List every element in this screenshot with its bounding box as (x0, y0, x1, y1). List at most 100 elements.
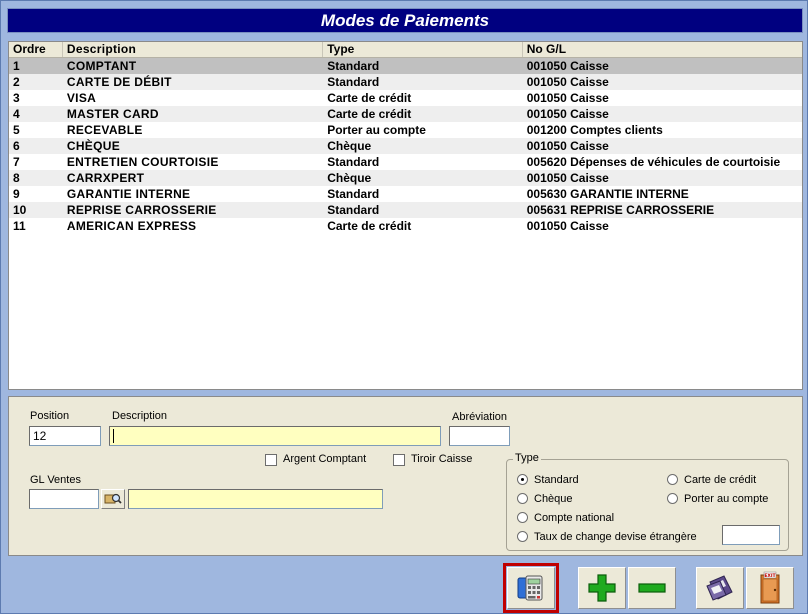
window-frame: Modes de Paiements Ordre Description Typ… (0, 0, 808, 614)
column-header-ordre[interactable]: Ordre (9, 42, 63, 57)
text-cursor (113, 429, 114, 443)
type-cell: Carte de crédit (327, 219, 412, 233)
description-cell: REPRISE CARROSSERIE (66, 203, 217, 217)
table-row[interactable]: 10 REPRISE CARROSSERIE Standard 005631 REPR… (9, 202, 802, 218)
table-row[interactable]: 11 AMERICAN EXPRESS Carte de crédit 001050 … (9, 218, 802, 234)
gl-number: 005631 (526, 203, 567, 217)
ordre-cell: 9 (13, 187, 20, 201)
abreviation-input[interactable] (449, 426, 510, 446)
gl-cell: 001050 Caisse (523, 170, 802, 186)
table-row[interactable]: 5 RECEVABLE Porter au compte 001200 Comptes… (9, 122, 802, 138)
description-cell: VISA (66, 91, 97, 105)
table-row[interactable]: 8 CARRXPERT Chèque 001050 Caisse (9, 170, 802, 186)
ordre-cell: 5 (13, 123, 20, 137)
tiroir-caisse-checkbox[interactable] (393, 454, 405, 466)
gl-account-name: Caisse (570, 107, 609, 121)
type-cell: Standard (327, 203, 380, 217)
radio-standard[interactable] (517, 474, 528, 485)
ordre-cell: 7 (13, 155, 20, 169)
gl-account-name: GARANTIE INTERNE (570, 187, 689, 201)
ordre-cell: 10 (13, 203, 27, 217)
position-input[interactable]: 12 (29, 426, 101, 446)
radio-carte-credit[interactable] (667, 474, 678, 485)
column-header-type[interactable]: Type (323, 42, 523, 57)
edit-form-panel: Position 12 Description Abréviation Arge… (8, 396, 803, 556)
search-icon (104, 493, 122, 504)
gl-number: 001050 (526, 59, 567, 73)
gl-cell: 005631 REPRISE CARROSSERIE (523, 202, 802, 218)
ordre-cell: 3 (13, 91, 20, 105)
floppy-disk-icon (706, 575, 733, 601)
minus-icon (638, 583, 666, 593)
gl-lookup-button[interactable] (101, 489, 125, 509)
toolbar: EXIT (1, 559, 808, 614)
description-input[interactable] (109, 426, 441, 446)
gl-account-name: Caisse (570, 139, 609, 153)
tiroir-caisse-label: Tiroir Caisse (411, 453, 473, 465)
radio-compte-national-label: Compte national (534, 512, 615, 524)
gl-ventes-description (128, 489, 383, 509)
gl-number: 001050 (526, 75, 567, 89)
exit-sign-text: EXIT (764, 573, 776, 579)
ordre-cell: 2 (13, 75, 20, 89)
radio-taux-change-label: Taux de change devise étrangère (534, 531, 697, 543)
description-cell: CARTE DE DÉBIT (66, 75, 172, 89)
type-cell: Standard (327, 187, 380, 201)
radio-porter-compte[interactable] (667, 493, 678, 504)
position-label: Position (30, 410, 70, 422)
ordre-cell: 11 (13, 219, 26, 233)
add-button[interactable] (578, 567, 626, 609)
type-cell: Standard (327, 59, 380, 73)
table-row[interactable]: 3 VISA Carte de crédit 001050 Caisse (9, 90, 802, 106)
gl-number: 001050 (526, 91, 567, 105)
description-cell: CARRXPERT (66, 171, 145, 185)
radio-cheque[interactable] (517, 493, 528, 504)
table-row[interactable]: 1 COMPTANT Standard 001050 Caisse (9, 58, 802, 74)
gl-ventes-input[interactable] (29, 489, 99, 509)
table-row[interactable]: 6 CHÈQUE Chèque 001050 Caisse (9, 138, 802, 154)
description-cell: AMERICAN EXPRESS (66, 219, 197, 233)
description-cell: GARANTIE INTERNE (66, 187, 191, 201)
gl-account-name: Caisse (570, 75, 609, 89)
save-button[interactable] (696, 567, 744, 609)
remove-button[interactable] (628, 567, 676, 609)
gl-cell: 001050 Caisse (523, 74, 802, 90)
exit-button[interactable]: EXIT (746, 567, 794, 609)
gl-cell: 001050 Caisse (523, 90, 802, 106)
window-title: Modes de Paiements (7, 8, 803, 33)
gl-cell: 005630 GARANTIE INTERNE (523, 186, 802, 202)
table-row[interactable]: 7 ENTRETIEN COURTOISIE Standard 005620 Dépe… (9, 154, 802, 170)
gl-number: 005630 (526, 187, 567, 201)
radio-carte-credit-label: Carte de crédit (684, 474, 757, 486)
column-header-description[interactable]: Description (63, 42, 324, 57)
payment-modes-table[interactable]: Ordre Description Type No G/L 1 COMPTANT S… (8, 41, 803, 390)
radio-porter-compte-label: Porter au compte (684, 493, 769, 505)
gl-number: 001050 (526, 139, 567, 153)
type-cell: Chèque (327, 139, 372, 153)
type-cell: Carte de crédit (327, 91, 412, 105)
type-cell: Standard (327, 155, 380, 169)
table-row[interactable]: 9 GARANTIE INTERNE Standard 005630 GARANTIE… (9, 186, 802, 202)
argent-comptant-checkbox[interactable] (265, 454, 277, 466)
radio-taux-change[interactable] (517, 531, 528, 542)
gl-number: 001200 (526, 123, 567, 137)
table-body: 1 COMPTANT Standard 001050 Caisse 2 CARTE DE … (9, 58, 802, 234)
ordre-cell: 1 (13, 59, 20, 73)
description-cell: MASTER CARD (66, 107, 159, 121)
type-group-label: Type (513, 452, 541, 464)
radio-compte-national[interactable] (517, 512, 528, 523)
ordre-cell: 8 (13, 171, 20, 185)
gl-account-name: Comptes clients (570, 123, 663, 137)
description-cell: CHÈQUE (66, 139, 121, 153)
gl-account-name: Caisse (570, 219, 609, 233)
table-row[interactable]: 4 MASTER CARD Carte de crédit 001050 Caisse (9, 106, 802, 122)
taux-change-input[interactable] (722, 525, 780, 545)
ordre-cell: 4 (13, 107, 20, 121)
calculator-icon (517, 575, 543, 601)
radio-cheque-label: Chèque (534, 493, 573, 505)
gl-number: 005620 (526, 155, 567, 169)
column-header-gl[interactable]: No G/L (523, 42, 802, 57)
gl-cell: 001050 Caisse (523, 218, 802, 234)
calculator-button[interactable] (503, 563, 559, 613)
table-row[interactable]: 2 CARTE DE DÉBIT Standard 001050 Caisse (9, 74, 802, 90)
